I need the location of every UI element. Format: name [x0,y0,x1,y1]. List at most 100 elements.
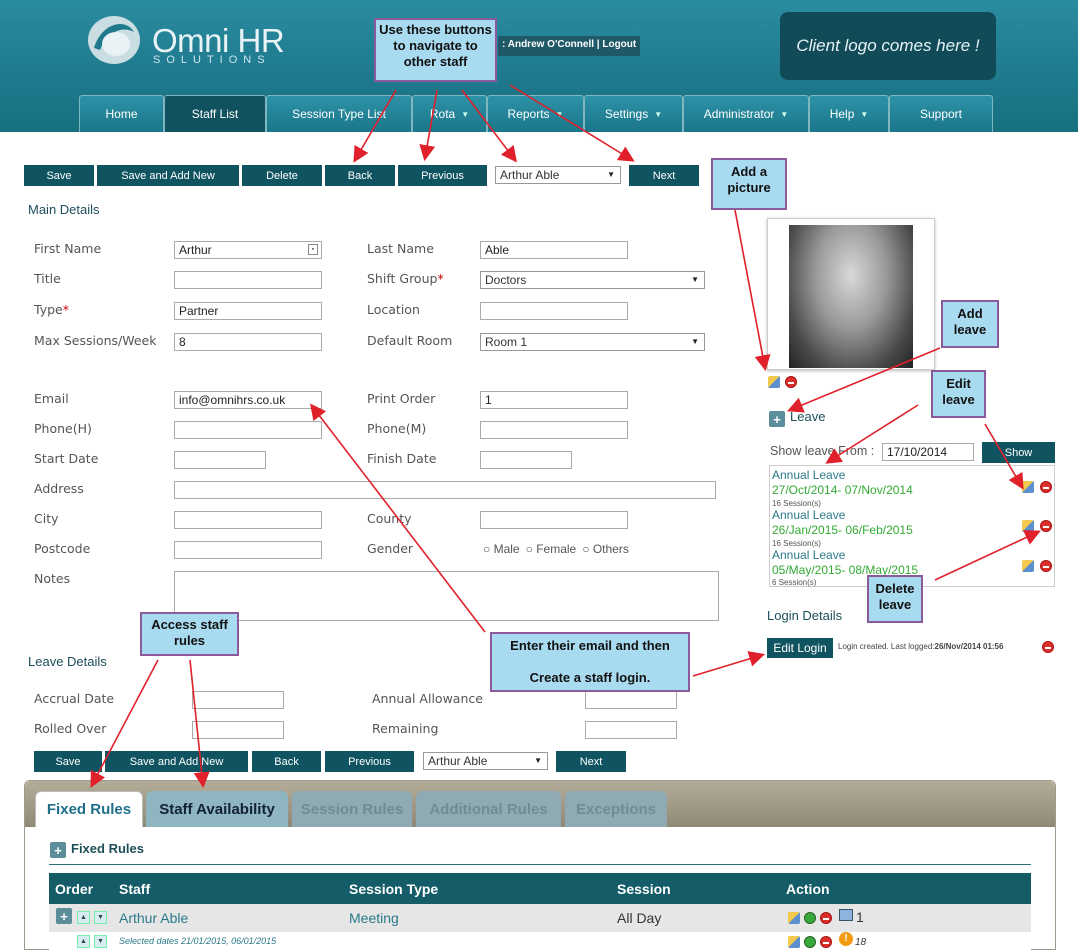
tab-session-rules[interactable]: Session Rules [292,791,412,827]
tab-staff-availability[interactable]: Staff Availability [146,791,288,827]
nav-staff-list[interactable]: Staff List [164,95,266,132]
approve-rule-icon[interactable] [804,936,816,948]
show-leave-from-field[interactable]: 17/10/2014 [882,443,974,461]
next-button-bottom[interactable]: Next [556,751,626,772]
expand-row-icon[interactable]: + [56,908,72,924]
nav-administrator[interactable]: Administrator ▼ [683,95,809,132]
edit-leave-icon[interactable] [1022,481,1034,493]
save-add-new-button[interactable]: Save and Add New [97,165,239,186]
type-field[interactable]: Partner [174,302,322,320]
city-field[interactable] [174,511,322,529]
finish-date-label: Finish Date [367,451,437,466]
staff-select-value: Arthur Able [500,168,560,182]
previous-button-bottom[interactable]: Previous [325,751,414,772]
delete-rule-icon[interactable] [820,936,832,948]
nav-reports[interactable]: Reports ▼ [487,95,584,132]
edit-rule-icon[interactable] [788,936,800,948]
delete-rule-icon[interactable] [820,912,832,924]
nav-settings[interactable]: Settings ▼ [584,95,683,132]
edit-login-button[interactable]: Edit Login [767,638,833,658]
edit-rule-icon[interactable] [788,912,800,924]
accrual-date-field[interactable] [192,691,284,709]
logo-subtitle: SOLUTIONS [153,54,271,66]
phone-h-field[interactable] [174,421,322,439]
move-up-icon[interactable]: ▲ [77,911,90,924]
nav-session-type-list[interactable]: Session Type List [266,95,412,132]
login-status-text: Login created. Last logged: [838,642,935,651]
previous-button[interactable]: Previous [398,165,487,186]
next-button[interactable]: Next [629,165,699,186]
move-up-icon[interactable]: ▲ [77,935,90,948]
login-details-title: Login Details [767,608,843,623]
tab-strip: Fixed Rules Staff Availability Session R… [25,781,1055,827]
show-leave-button[interactable]: Show [982,442,1055,463]
nav-support[interactable]: Support [889,95,993,132]
default-room-select[interactable]: Room 1 ▼ [480,333,705,351]
county-field[interactable] [480,511,628,529]
save-add-new-button-bottom[interactable]: Save and Add New [105,751,248,772]
gender-male-radio[interactable]: ○ Male [483,542,520,556]
start-date-field[interactable] [174,451,266,469]
move-down-icon[interactable]: ▼ [94,935,107,948]
callout-email-login-line2: Create a staff login. [529,670,651,685]
delete-button[interactable]: Delete [242,165,322,186]
tab-additional-rules[interactable]: Additional Rules [416,791,561,827]
row-staff[interactable]: Arthur Able [119,910,188,926]
postcode-field[interactable] [174,541,322,559]
edit-picture-icon[interactable] [768,376,780,388]
move-down-icon[interactable]: ▼ [94,911,107,924]
email-field[interactable]: info@omnihrs.co.uk [174,391,322,409]
gender-female-radio[interactable]: ○ Female [526,542,577,556]
add-fixed-rule-icon[interactable]: + [50,842,66,858]
location-field[interactable] [480,302,628,320]
staff-select[interactable]: Arthur Able ▼ [495,166,621,184]
shift-group-select[interactable]: Doctors ▼ [480,271,705,289]
delete-leave-icon[interactable] [1040,560,1052,572]
staff-select-bottom[interactable]: Arthur Able ▼ [423,752,548,770]
first-name-field[interactable]: Arthur ▪ [174,241,322,259]
nav-home[interactable]: Home [79,95,164,132]
save-button[interactable]: Save [24,165,94,186]
tab-exceptions[interactable]: Exceptions [565,791,667,827]
nav-label: Rota [429,107,456,121]
remaining-field[interactable] [585,721,677,739]
last-name-field[interactable]: Able [480,241,628,259]
copy-rule-icon[interactable] [839,909,853,921]
edit-leave-icon[interactable] [1022,560,1034,572]
address-field[interactable] [174,481,716,499]
city-label: City [34,511,59,526]
callout-add-picture: Add a picture [711,158,787,210]
gender-radio-group: ○ Male ○ Female ○ Others [483,542,629,556]
row-session: All Day [617,910,662,926]
save-button-bottom[interactable]: Save [34,751,102,772]
print-order-field[interactable]: 1 [480,391,628,409]
annual-allowance-field[interactable] [585,691,677,709]
nav-label: Help [829,107,855,121]
phone-m-label: Phone(M) [367,421,427,436]
nav-rota[interactable]: Rota ▼ [412,95,487,132]
delete-leave-icon[interactable] [1040,520,1052,532]
user-info-logout[interactable]: : Andrew O'Connell | Logout [498,36,641,56]
add-leave-icon[interactable]: + [769,411,785,427]
back-button-bottom[interactable]: Back [252,751,321,772]
finish-date-field[interactable] [480,451,572,469]
info-icon[interactable]: ! [839,932,853,946]
rolled-over-field[interactable] [192,721,284,739]
approve-rule-icon[interactable] [804,912,816,924]
notes-textarea[interactable] [174,571,719,621]
title-field[interactable] [174,271,322,289]
edit-leave-icon[interactable] [1022,520,1034,532]
gender-others-radio[interactable]: ○ Others [582,542,629,556]
show-leave-from-label: Show leave From : [770,444,875,458]
delete-login-icon[interactable] [1042,641,1054,653]
tab-fixed-rules[interactable]: Fixed Rules [35,791,143,827]
rule-count: 1 [856,909,864,925]
row-session-type[interactable]: Meeting [349,910,399,926]
delete-leave-icon[interactable] [1040,481,1052,493]
phone-m-field[interactable] [480,421,628,439]
nav-help[interactable]: Help ▼ [809,95,889,132]
fixed-rules-header: Fixed Rules [71,841,144,856]
max-sessions-field[interactable]: 8 [174,333,322,351]
back-button[interactable]: Back [325,165,395,186]
delete-picture-icon[interactable] [785,376,797,388]
